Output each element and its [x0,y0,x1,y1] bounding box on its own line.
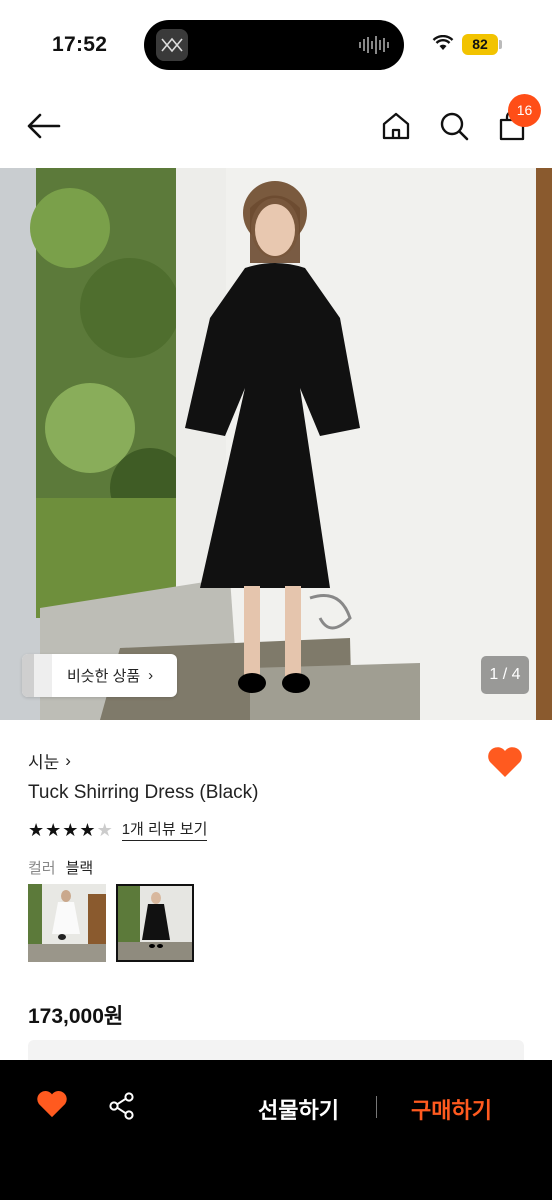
swatch-white-photo [28,884,106,962]
color-swatches [28,884,194,962]
back-arrow-icon [27,113,61,139]
chevron-right-icon: › [148,667,154,684]
review-link[interactable]: 1개 리뷰 보기 [121,818,208,841]
status-time: 17:52 [52,33,108,56]
home-button[interactable] [378,108,414,144]
star-filled-icon: ★ [28,819,45,840]
nav-bar [0,88,552,168]
chevron-right-icon: › [65,750,71,770]
status-bar: 17:52 82 [0,0,552,88]
share-button[interactable] [108,1092,136,1125]
share-icon [109,1092,134,1120]
product-name: Tuck Shirring Dress (Black) [28,782,259,803]
similar-products-button[interactable]: 비슷한 상품 › [22,654,177,697]
similar-thumbnail [22,654,52,697]
swatch-white[interactable] [28,884,106,962]
audio-wave-icon [359,36,389,54]
battery-indicator: 82 [462,34,498,55]
heart-icon [488,747,522,777]
page-indicator: 1 / 4 [481,656,529,694]
dynamic-island [144,20,404,70]
back-button[interactable] [26,108,62,144]
cart-count-badge: 16 [508,94,541,127]
star-filled-icon: ★ [79,819,96,840]
bottom-action-bar: 선물하기 구매하기 [0,1060,552,1200]
star-rating: ★ ★ ★ ★ ★ [28,820,113,840]
search-icon [440,112,469,141]
app-logo-icon [156,29,188,61]
wishlist-button[interactable] [487,746,523,783]
color-row: 컬러 블랙 [28,857,93,878]
divider [376,1096,377,1118]
star-filled-icon: ★ [45,819,62,840]
color-label: 컬러 [28,860,56,877]
bottom-wishlist-button[interactable] [36,1090,68,1123]
star-empty-icon: ★ [96,819,113,840]
wifi-icon [432,35,454,50]
similar-products-label: 비슷한 상품 [67,668,141,685]
star-filled-icon: ★ [62,819,79,840]
heart-icon [37,1091,67,1118]
home-icon [382,112,410,140]
search-button[interactable] [436,108,472,144]
color-value: 블랙 [65,860,94,877]
gift-button[interactable]: 선물하기 [258,1093,339,1125]
swatch-black-photo [116,884,194,962]
brand-name: 시눈 [28,753,60,772]
product-price: 173,000원 [28,1005,124,1028]
product-photo [0,168,552,720]
battery-nub [499,40,502,49]
swatch-black[interactable] [116,884,194,962]
product-image-carousel[interactable]: 비슷한 상품 › 1 / 4 [0,168,552,720]
rating-row: ★ ★ ★ ★ ★ 1개 리뷰 보기 [28,818,208,841]
brand-link[interactable]: 시눈 › [28,748,71,773]
buy-button[interactable]: 구매하기 [411,1093,492,1125]
